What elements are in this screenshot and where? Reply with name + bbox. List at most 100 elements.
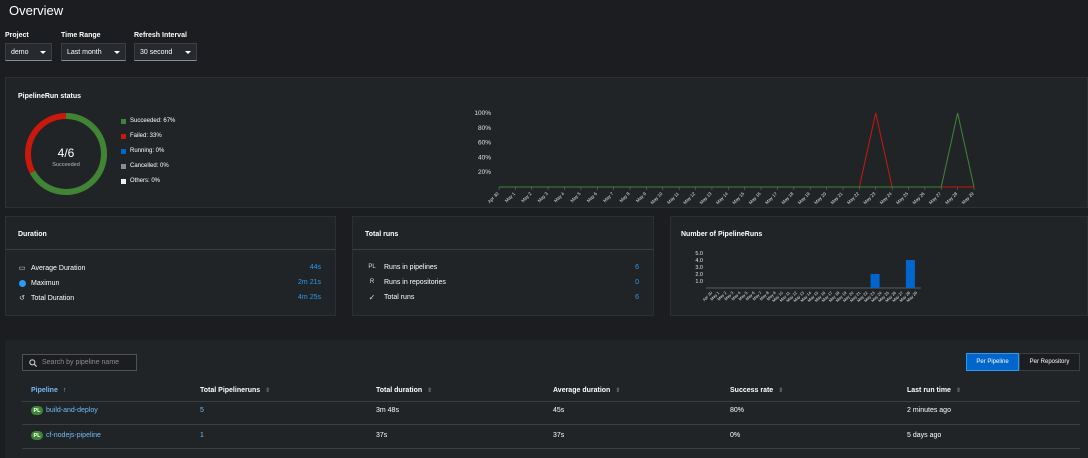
per-pipeline-toggle[interactable]: Per Pipeline [966, 353, 1019, 371]
divider [6, 249, 335, 250]
legend-swatch [121, 178, 126, 184]
chevron-down-icon [185, 50, 191, 54]
x-tick-label: Apr 30 [487, 191, 500, 204]
chevron-down-icon [114, 50, 120, 54]
average-duration-cell: 45s [553, 407, 565, 414]
x-tick-label: May 15 [731, 191, 745, 205]
per-repository-toggle[interactable]: Per Repository [1019, 353, 1080, 371]
last-run-time-cell: 5 days ago [907, 432, 942, 439]
y-tick-label: 40% [478, 154, 491, 161]
x-tick-label: May 11 [666, 191, 680, 205]
history-icon: ↺ [19, 295, 25, 302]
x-tick-label: May 9 [635, 191, 648, 204]
info-circle-icon [18, 279, 26, 287]
x-tick-label: May 2 [520, 191, 533, 204]
last-run-time-cell: 2 minutes ago [907, 407, 951, 414]
average-duration-value: 44s [309, 264, 321, 271]
total-runs-card: Total runs PL Runs in pipelines 6 R Runs i… [352, 216, 654, 316]
x-tick-label: May 13 [699, 191, 713, 205]
status-line-chart: 100%80%60%40%20%Apr 30 May 1 May 2 May 3 May… [474, 110, 975, 205]
x-tick-label: May 5 [569, 191, 582, 204]
refresh-interval-label: Refresh Interval [134, 32, 187, 39]
column-header-success-rate[interactable]: Success rate ⇕ [730, 387, 783, 394]
legend-item: Failed: 33% [121, 133, 162, 139]
chevron-down-icon [40, 50, 46, 54]
total-runs-card-title: Total runs [365, 231, 399, 238]
y-tick-label: 5.0 [695, 251, 703, 257]
status-donut: 4/6 Succeeded [25, 113, 107, 195]
sort-icon: ⇕ [778, 388, 784, 394]
y-tick-label: 2.0 [695, 272, 703, 278]
x-tick-label: May 17 [764, 191, 778, 205]
pipeline-icon: PL [368, 264, 376, 270]
project-label: Project [5, 32, 29, 39]
x-tick-label: May 24 [879, 191, 893, 205]
x-tick-label: May 7 [602, 191, 615, 204]
column-header-total-pipelineruns[interactable]: Total Pipelineruns ⇕ [200, 387, 270, 394]
x-tick-label: May 29 [961, 191, 975, 205]
duration-card: Duration ▭ Average Duration 44s Maximun 2… [5, 216, 336, 316]
donut-label: Succeeded [52, 162, 80, 168]
project-select[interactable]: demo [5, 43, 52, 61]
column-header-pipeline[interactable]: Pipeline ↑ [31, 387, 66, 394]
total-runs-row: ✓ Total runs [365, 293, 415, 302]
runs-in-pipelines-row: PL Runs in pipelines [365, 263, 437, 271]
total-duration-label: Total Duration [31, 294, 75, 302]
column-header-label: Last run time [907, 387, 951, 394]
series-line [499, 112, 974, 188]
column-header-last-run-time[interactable]: Last run time ⇕ [907, 387, 961, 394]
bar [870, 274, 880, 288]
column-header-label: Total Pipelineruns [200, 387, 261, 394]
legend-label: Others: 0% [130, 178, 161, 184]
total-pipelineruns-link[interactable]: 1 [200, 432, 204, 439]
y-tick-label: 1.0 [695, 279, 703, 285]
legend-swatch [121, 148, 126, 154]
refresh-interval-select-value: 30 second [140, 48, 173, 56]
x-tick-label: May 23 [862, 191, 876, 205]
duration-card-title: Duration [18, 231, 47, 238]
x-tick-label: May 20 [813, 191, 827, 205]
column-header-label: Success rate [730, 387, 774, 394]
pipelineruns-bar-chart: 5.04.03.02.01.0Apr 30May 1May 2May 3May … [695, 251, 921, 303]
series-line [499, 112, 975, 188]
pipeline-link[interactable]: build-and-deploy [46, 407, 98, 414]
refresh-interval-select[interactable]: 30 second [134, 43, 197, 61]
status-card-title: PipelineRun status [18, 93, 82, 100]
total-duration-value: 4m 25s [298, 294, 321, 301]
project-select-value: demo [11, 48, 29, 56]
column-header-label: Pipeline [31, 387, 58, 394]
pipelineruns-count-title: Number of PipelineRuns [681, 231, 763, 238]
sort-icon: ⇕ [955, 388, 961, 394]
legend-item: Succeeded: 67% [121, 118, 175, 124]
legend-label: Failed: 33% [130, 133, 162, 139]
pipeline-link[interactable]: cf-nodejs-pipeline [46, 432, 101, 439]
runs-in-pipelines-label: Runs in pipelines [384, 263, 438, 271]
time-range-select[interactable]: Last month [61, 43, 126, 61]
sort-icon: ⇕ [265, 388, 271, 394]
x-tick-label: May 14 [715, 191, 729, 205]
pipelines-table-panel [5, 340, 1088, 458]
success-rate-cell: 80% [730, 407, 745, 414]
donut-value: 4/6 [58, 146, 75, 160]
legend-label: Cancelled: 0% [130, 163, 169, 169]
maximum-duration-value: 2m 21s [298, 279, 321, 286]
time-range-select-value: Last month [67, 48, 102, 56]
pipelinerun-status-card: PipelineRun status 4/6 Succeeded Succeed… [5, 77, 1088, 208]
search-input[interactable]: Search by pipeline name [22, 354, 137, 371]
pipeline-badge: PL [31, 406, 43, 415]
total-runs-label: Total runs [384, 293, 415, 301]
column-header-total-duration[interactable]: Total duration ⇕ [376, 387, 432, 394]
legend-label: Succeeded: 67% [130, 118, 176, 124]
total-pipelineruns-link[interactable]: 5 [200, 407, 204, 414]
x-tick-label: May 12 [682, 191, 696, 205]
table-row-pipeline-cell: PL cf-nodejs-pipeline [31, 431, 101, 440]
x-tick-label: May 18 [781, 191, 795, 205]
x-tick-label: May 3 [537, 191, 550, 204]
y-tick-label: 4.0 [695, 258, 703, 264]
repository-icon: R [369, 279, 375, 285]
x-tick-label: May 4 [553, 191, 566, 204]
sort-icon: ⇕ [427, 388, 433, 394]
x-tick-label: May 28 [944, 191, 958, 205]
column-header-average-duration[interactable]: Average duration ⇕ [553, 387, 620, 394]
legend-swatch [121, 133, 126, 139]
